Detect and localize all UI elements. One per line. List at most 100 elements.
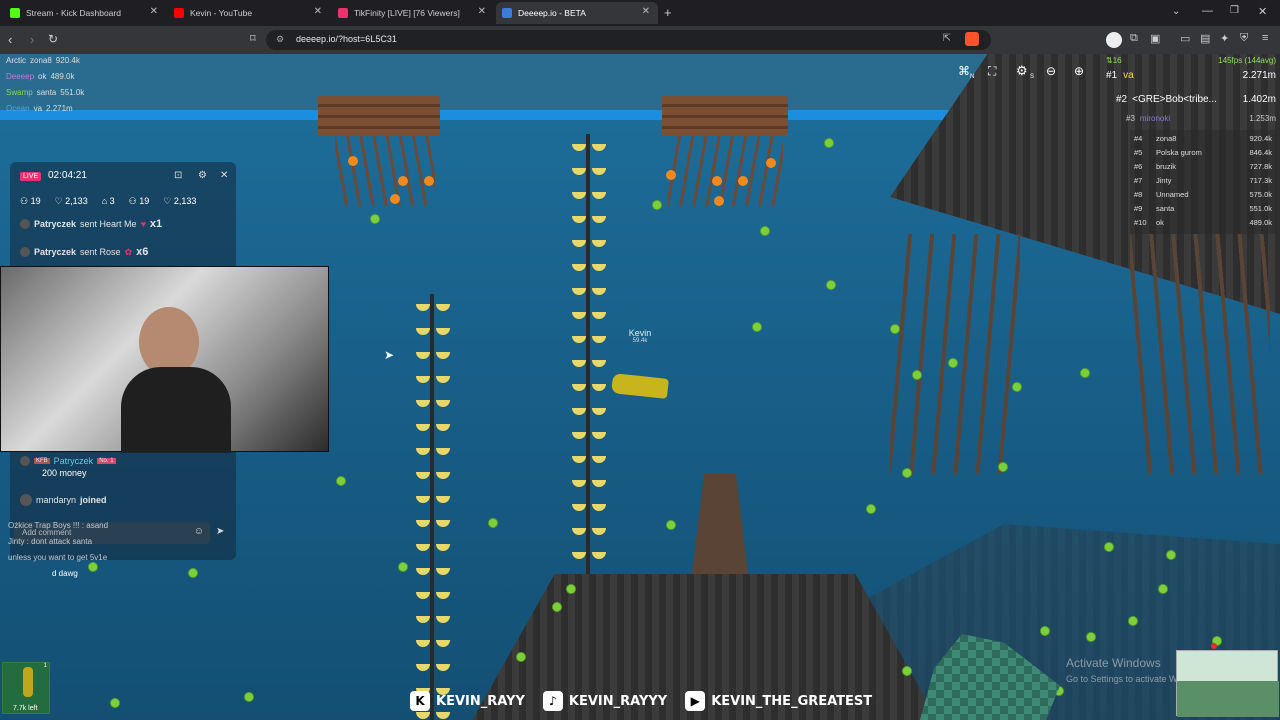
send-icon[interactable]: ➤ xyxy=(216,526,224,537)
tab-youtube[interactable]: Kevin - YouTube ✕ xyxy=(168,2,330,24)
food-bubble xyxy=(1040,626,1050,636)
tab-label: Deeeep.io - BETA xyxy=(518,8,586,18)
food-bubble xyxy=(912,370,922,380)
keybind-n-icon[interactable]: ⌘ xyxy=(958,64,970,78)
kelp-leaf xyxy=(592,456,606,463)
minimize-icon[interactable]: — xyxy=(1202,5,1213,17)
team-row: Deeeep ok 489.0k xyxy=(6,72,75,81)
kelp-leaf xyxy=(592,216,606,223)
likes-stat: ♡ 2,133 xyxy=(54,196,88,206)
kelp-leaf xyxy=(436,472,450,479)
food-bubble xyxy=(890,324,900,334)
food-bubble xyxy=(752,322,762,332)
close-tab-icon[interactable]: ✕ xyxy=(150,6,158,17)
kelp-leaf xyxy=(572,528,586,535)
game-canvas[interactable]: Kevin 59.4k ➤ Arctic zona8 920.4k Deeeep ok… xyxy=(0,54,1280,720)
menu-icon[interactable]: ≡ xyxy=(1262,32,1268,44)
extensions-icon[interactable]: ⧉ xyxy=(1130,32,1138,45)
tab-list-icon[interactable]: ⌄ xyxy=(1172,6,1180,17)
ability-box[interactable]: 1 7.7k left xyxy=(2,662,50,714)
kelp-leaf xyxy=(592,408,606,415)
tiktok-handle: ♪ KEVIN_RAYYY xyxy=(542,691,667,711)
back-icon[interactable]: ‹ xyxy=(8,32,12,47)
close-window-icon[interactable]: ✕ xyxy=(1258,5,1267,18)
mangrove-roots xyxy=(1130,234,1270,474)
minimap xyxy=(1176,643,1279,717)
kelp-leaf xyxy=(416,448,430,455)
kelp-leaf xyxy=(572,264,586,271)
zoom-in-icon[interactable]: ⊕ xyxy=(1074,64,1084,78)
kelp-leaf xyxy=(592,144,606,151)
mouse-cursor-icon: ➤ xyxy=(384,348,395,362)
share-icon[interactable]: ⇱ xyxy=(943,33,951,44)
close-tab-icon[interactable]: ✕ xyxy=(478,6,486,17)
bookmark-icon[interactable]: ⌑ xyxy=(250,32,256,45)
food-bubble xyxy=(488,518,498,528)
maximize-icon[interactable]: ❐ xyxy=(1230,5,1239,16)
settings-icon[interactable]: ⚙ xyxy=(198,170,207,181)
avatar xyxy=(20,456,30,466)
settings-icon[interactable]: ⚙ xyxy=(1016,63,1028,79)
orange-fruit xyxy=(712,176,722,186)
kelp-leaf xyxy=(572,168,586,175)
ability-fish-icon xyxy=(23,667,33,697)
lock-icon[interactable]: ⊡ xyxy=(174,170,182,181)
kelp-leaf xyxy=(416,712,430,719)
kelp-leaf xyxy=(436,712,450,719)
tab-label: TikFinity [LIVE] [76 Viewers] xyxy=(354,8,460,18)
brave-shield-icon[interactable] xyxy=(965,32,979,46)
chat-message: 200 money xyxy=(42,468,87,478)
new-tab-icon[interactable]: + xyxy=(664,5,672,20)
leaderboard-row: #9 santa 551.0k xyxy=(1134,204,1272,213)
kelp-leaf xyxy=(436,328,450,335)
kelp-leaf xyxy=(572,288,586,295)
food-bubble xyxy=(188,568,198,578)
kelp-leaf xyxy=(592,504,606,511)
tab-tikfinity[interactable]: TikFinity [LIVE] [76 Viewers] ✕ xyxy=(332,2,494,24)
kelp-leaf xyxy=(572,312,586,319)
raft-left xyxy=(318,96,440,136)
kelp-leaf xyxy=(416,664,430,671)
close-tab-icon[interactable]: ✕ xyxy=(314,6,322,17)
food-bubble xyxy=(552,602,562,612)
tab-label: Stream - Kick Dashboard xyxy=(26,8,121,18)
screenshot-icon[interactable]: ▣ xyxy=(1150,32,1160,45)
url-text: deeeep.io/?host=6L5C31 xyxy=(296,34,397,44)
kelp-leaf xyxy=(436,448,450,455)
emoji-icon[interactable]: ☺ xyxy=(194,526,204,537)
youtube-favicon-icon xyxy=(174,8,184,18)
site-info-icon[interactable]: ⚙ xyxy=(276,34,284,45)
leaderboard-row: #4 zona8 920.4k xyxy=(1134,134,1272,143)
live-badge: LIVE xyxy=(20,172,42,181)
kelp-leaf xyxy=(436,568,450,575)
tab-kick[interactable]: Stream - Kick Dashboard ✕ xyxy=(4,2,166,24)
team-row: Arctic zona8 920.4k xyxy=(6,56,80,65)
close-tab-icon[interactable]: ✕ xyxy=(642,6,650,17)
kelp-leaf xyxy=(592,168,606,175)
food-bubble xyxy=(516,652,526,662)
tab-deeeep[interactable]: Deeeep.io - BETA ✕ xyxy=(496,2,658,24)
chat-join-row: mandaryn joined xyxy=(20,494,107,506)
vpn-icon[interactable]: ⛨ xyxy=(1240,32,1248,45)
sidebar-icon[interactable]: ▭ xyxy=(1180,32,1190,45)
tree-stump xyxy=(692,474,748,574)
ability-label: 7.7k left xyxy=(13,705,38,712)
kelp-leaf xyxy=(572,240,586,247)
kelp-leaf xyxy=(436,352,450,359)
fullscreen-icon[interactable]: ⛶ xyxy=(988,64,996,79)
forward-icon[interactable]: › xyxy=(30,32,34,47)
kelp-leaf xyxy=(436,592,450,599)
kelp-leaf xyxy=(436,376,450,383)
kelp-leaf xyxy=(436,496,450,503)
kelp-leaf xyxy=(572,384,586,391)
address-bar[interactable]: ⚙ deeeep.io/?host=6L5C31 ⇱ xyxy=(266,30,991,50)
reload-icon[interactable]: ↻ xyxy=(48,32,58,46)
close-icon[interactable]: ✕ xyxy=(220,170,228,181)
zoom-out-icon[interactable]: ⊖ xyxy=(1046,64,1056,78)
orange-fruit xyxy=(398,176,408,186)
leo-ai-icon[interactable]: ✦ xyxy=(1220,32,1229,45)
profile-icon[interactable] xyxy=(1106,32,1122,48)
gifts-stat: ⌂ 3 xyxy=(101,196,115,206)
kelp-stalk xyxy=(586,134,590,574)
wallet-icon[interactable]: ▤ xyxy=(1200,32,1210,45)
